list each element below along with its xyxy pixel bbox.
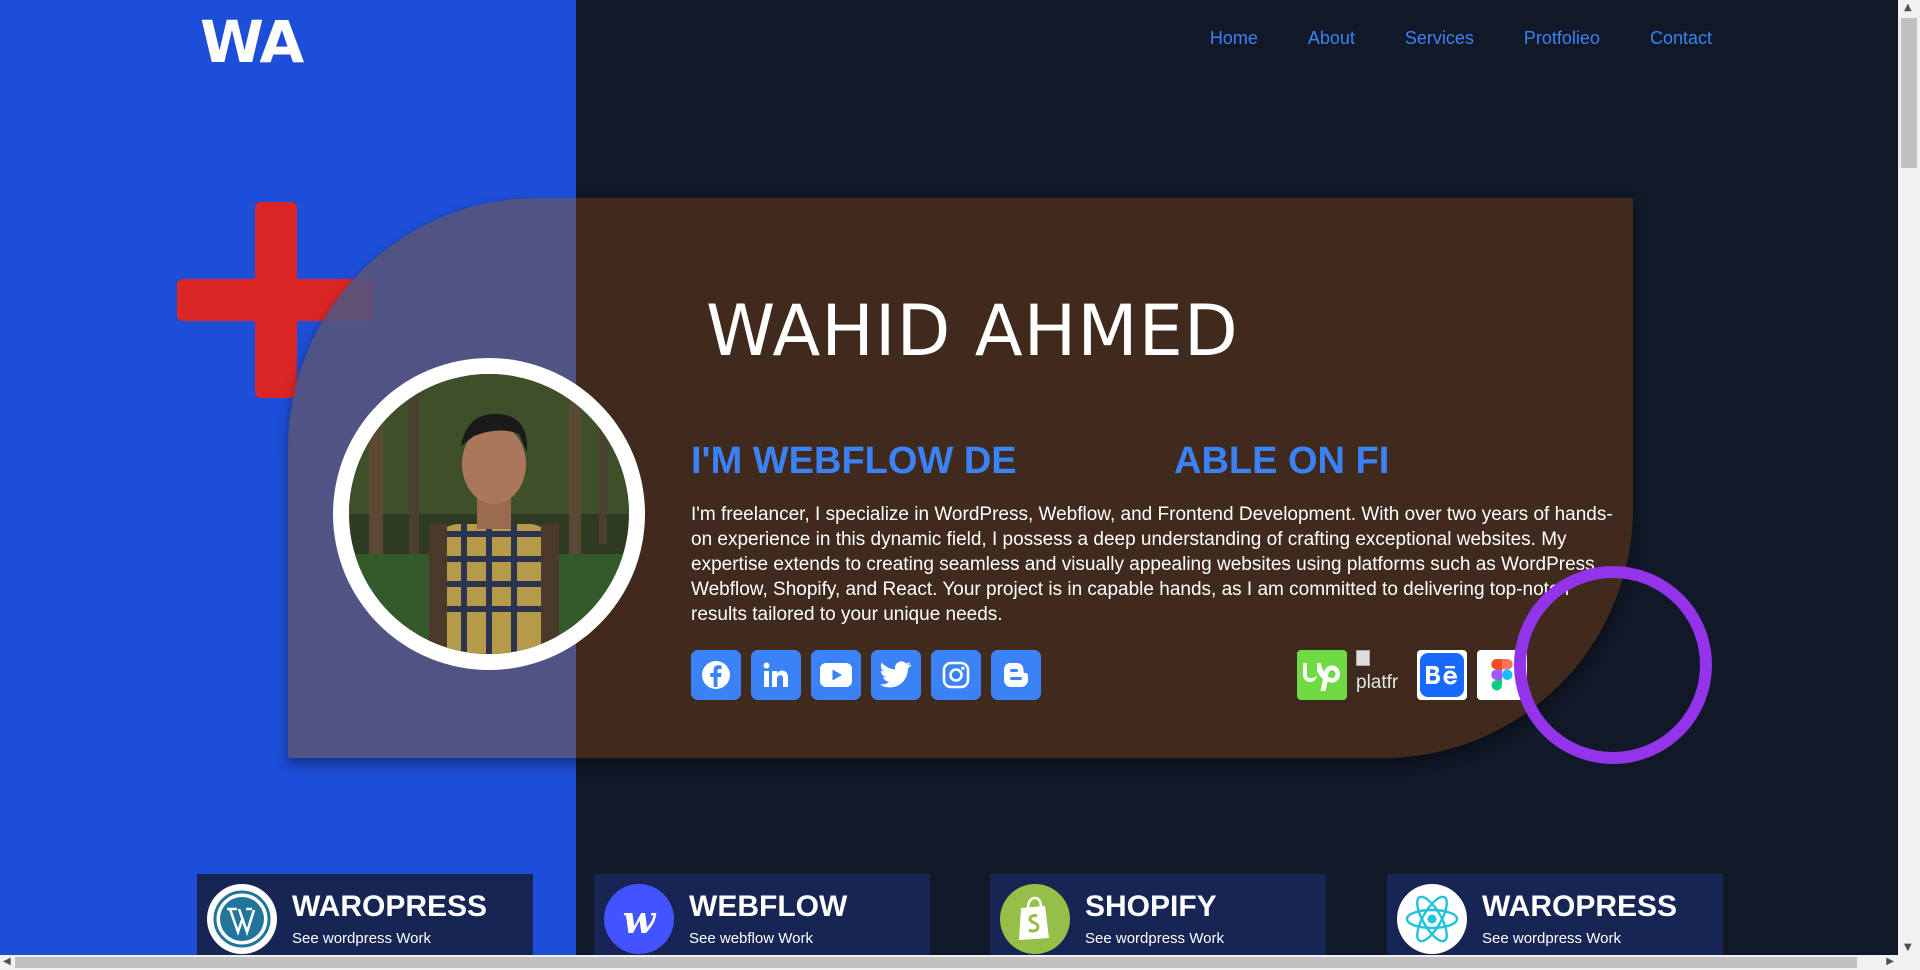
service-subtitle[interactable]: See wordpress Work — [292, 930, 431, 947]
horizontal-scrollbar[interactable]: ◀ ▶ — [0, 955, 1920, 970]
broken-image: platfr — [1356, 650, 1408, 700]
nav-contact[interactable]: Contact — [1650, 28, 1712, 49]
service-subtitle[interactable]: See wordpress Work — [1085, 930, 1224, 947]
shopify-icon — [1000, 884, 1070, 954]
service-title: WEBFLOW — [689, 890, 848, 923]
instagram-icon[interactable] — [931, 650, 981, 700]
nav-services[interactable]: Services — [1405, 28, 1474, 49]
ring-decoration — [1514, 566, 1712, 764]
behance-icon[interactable] — [1417, 650, 1467, 700]
horizontal-scrollbar-thumb[interactable] — [15, 957, 1857, 968]
vertical-scrollbar-thumb[interactable] — [1901, 18, 1917, 168]
service-title: SHOPIFY — [1085, 890, 1217, 923]
scroll-down-icon[interactable]: ▼ — [1904, 942, 1912, 953]
facebook-icon[interactable] — [691, 650, 741, 700]
typing-text-right: ABLE ON FI — [1174, 440, 1390, 482]
webflow-icon: w — [604, 884, 674, 954]
service-title: WAROPRESS — [1482, 890, 1678, 923]
typing-text-left: I'M WEBFLOW DE — [691, 440, 1017, 482]
hero-name: WAHID AHMED — [706, 290, 1239, 372]
react-icon — [1397, 884, 1467, 954]
nav-home[interactable]: Home — [1210, 28, 1258, 49]
wordpress-icon — [207, 884, 277, 954]
scroll-right-icon[interactable]: ▶ — [1886, 956, 1894, 967]
youtube-icon[interactable] — [811, 650, 861, 700]
nav-about[interactable]: About — [1308, 28, 1355, 49]
scroll-up-icon[interactable]: ▲ — [1904, 2, 1912, 13]
main-nav: Home About Services Protfolieo Contact — [1160, 28, 1712, 49]
site-logo[interactable]: WA — [200, 8, 304, 76]
scroll-left-icon[interactable]: ◀ — [3, 956, 11, 967]
service-subtitle[interactable]: See wordpress Work — [1482, 930, 1621, 947]
service-subtitle[interactable]: See webflow Work — [689, 930, 813, 947]
service-title: WAROPRESS — [292, 890, 488, 923]
linkedin-icon[interactable] — [751, 650, 801, 700]
profile-photo — [349, 374, 629, 654]
hero-bio: I'm freelancer, I specialize in WordPres… — [691, 504, 1613, 625]
blogger-icon[interactable] — [991, 650, 1041, 700]
upwork-icon[interactable] — [1297, 650, 1347, 700]
broken-image-alt-text: platfr — [1356, 672, 1399, 693]
twitter-icon[interactable] — [871, 650, 921, 700]
nav-portfolio[interactable]: Protfolieo — [1524, 28, 1600, 49]
vertical-scrollbar[interactable]: ▲ ▼ — [1898, 0, 1920, 955]
